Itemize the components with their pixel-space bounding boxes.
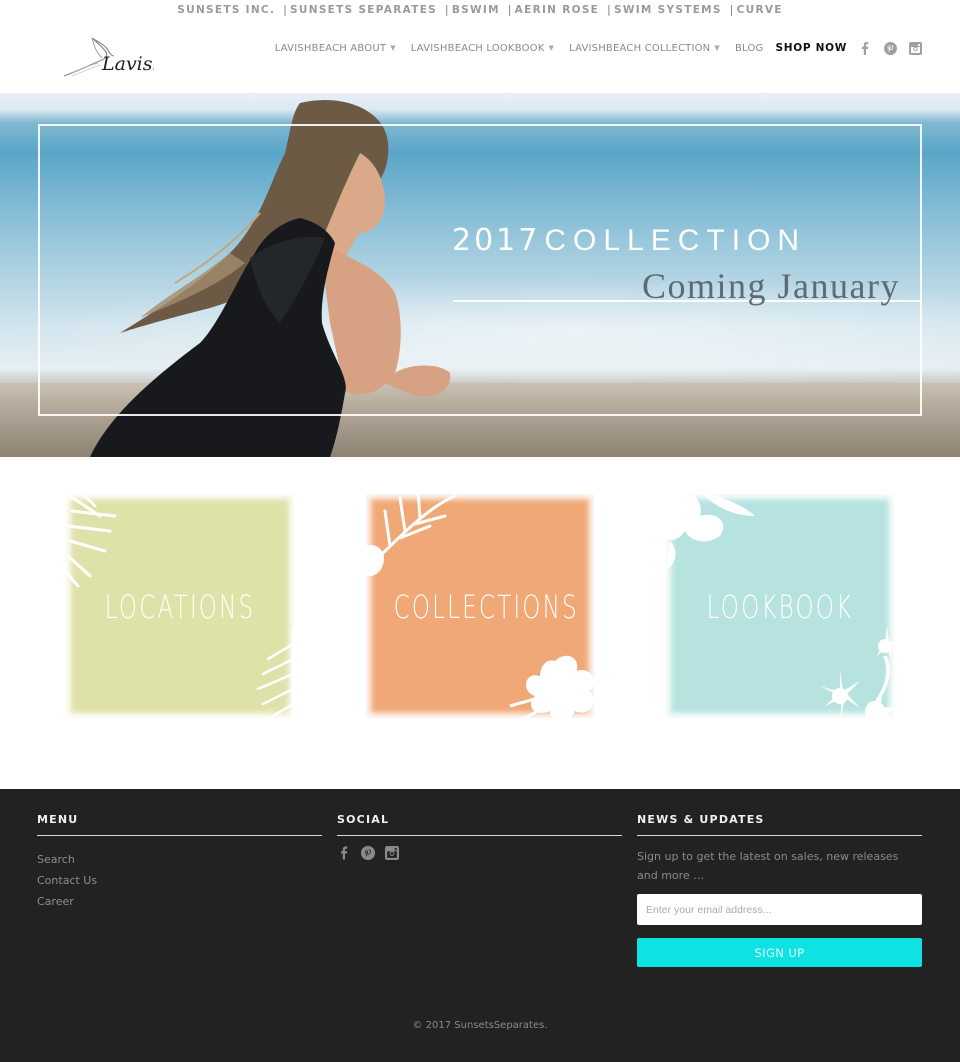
nav-lavishbeach-about[interactable]: LAVISHBEACH ABOUT ▼ xyxy=(275,43,396,54)
brand-link-curve[interactable]: CURVE xyxy=(737,4,783,16)
newsletter-email-input[interactable] xyxy=(637,894,922,925)
footer-link-contact-us[interactable]: Contact Us xyxy=(37,874,97,887)
brand-link-aerin-rose[interactable]: AERIN ROSE xyxy=(515,4,599,16)
nav-label: LAVISHBEACH LOOKBOOK xyxy=(410,42,545,54)
footer-social: SOCIAL xyxy=(337,813,622,861)
facebook-icon[interactable] xyxy=(337,845,351,861)
chevron-down-icon: ▼ xyxy=(548,43,555,52)
site-header: Lavish LAVISHBEACH ABOUT▼ LAVISHBEACH LO… xyxy=(0,24,960,92)
tile-lookbook[interactable]: LOOKBOOK xyxy=(660,486,900,726)
sign-up-button[interactable]: SIGN UP xyxy=(637,938,922,967)
brand-separator: | xyxy=(607,4,612,16)
footer-link-search[interactable]: Search xyxy=(37,853,75,866)
footer-menu-item: Search xyxy=(37,849,322,870)
footer-link-career[interactable]: Career xyxy=(37,895,74,908)
hibiscus-flower-icon xyxy=(509,655,595,723)
hummingbird-logo-icon: Lavish xyxy=(63,37,165,77)
footer-news-heading: NEWS & UPDATES xyxy=(637,813,922,836)
brand-separator: | xyxy=(283,4,289,16)
instagram-icon[interactable] xyxy=(908,41,922,55)
copyright: © 2017 SunsetsSeparates. xyxy=(412,1020,548,1031)
tropical-leaves-icon xyxy=(664,490,755,571)
hero-collection-label: COLLECTION xyxy=(544,224,807,257)
footer-menu: MENU Search Contact Us Career xyxy=(37,813,322,912)
palm-frond-icon xyxy=(363,489,457,577)
main-nav: LAVISHBEACH ABOUT ▼ LAVISHBEACH LOOKBOOK ▼… xyxy=(260,41,922,55)
chevron-down-icon: ▼ xyxy=(390,43,396,52)
nav-blog[interactable]: BLOG xyxy=(735,43,764,54)
daisy-flowers-icon xyxy=(820,626,900,726)
footer-social-icons xyxy=(337,845,622,861)
brand-link-bswim[interactable]: BSWIM xyxy=(452,4,500,16)
hero-year: 2017 xyxy=(452,223,541,258)
tile-label: LOCATIONS xyxy=(104,588,256,626)
tile-label: LOOKBOOK xyxy=(706,588,854,626)
pinterest-icon[interactable] xyxy=(883,41,897,55)
hero-title: 2017 COLLECTION xyxy=(452,223,806,258)
svg-text:Lavish: Lavish xyxy=(101,53,154,75)
nav-lavishbeach-collection[interactable]: LAVISHBEACH COLLECTION ▼ xyxy=(569,43,720,54)
nav-label: LAVISHBEACH COLLECTION xyxy=(569,42,711,54)
tile-collections[interactable]: COLLECTIONS xyxy=(360,486,600,726)
footer-social-heading: SOCIAL xyxy=(337,813,622,836)
footer-menu-item: Career xyxy=(37,891,322,912)
brand-link-sunsets-inc[interactable]: SUNSETS INC. xyxy=(177,4,275,16)
fern-leaf-icon xyxy=(256,627,295,721)
facebook-icon[interactable] xyxy=(858,41,872,55)
brand-separator: | xyxy=(445,4,450,16)
instagram-icon[interactable] xyxy=(385,845,399,861)
tile-label: COLLECTIONS xyxy=(393,588,579,626)
footer-menu-item: Contact Us xyxy=(37,870,322,891)
brand-bar: SUNSETS INC. | SUNSETS SEPARATES | BSWIM |… xyxy=(0,4,960,16)
chevron-down-icon: ▼ xyxy=(714,43,720,52)
brand-separator: | xyxy=(507,4,513,16)
pinterest-icon[interactable] xyxy=(361,845,375,861)
hero-subtitle: Coming January xyxy=(642,266,900,306)
site-footer: MENU Search Contact Us Career SOCIAL NEW… xyxy=(0,789,960,1062)
hero-banner[interactable]: 2017 COLLECTION Coming January xyxy=(0,93,960,457)
site-logo[interactable]: Lavish xyxy=(62,30,165,84)
brand-link-sunsets-separates[interactable]: SUNSETS SEPARATES xyxy=(290,4,437,16)
nav-label: LAVISHBEACH ABOUT xyxy=(274,42,387,54)
footer-menu-heading: MENU xyxy=(37,813,322,836)
brand-separator: | xyxy=(729,4,735,16)
nav-lavishbeach-lookbook[interactable]: LAVISHBEACH LOOKBOOK ▼ xyxy=(411,43,554,54)
brand-link-swim-systems[interactable]: SWIM SYSTEMS xyxy=(614,4,722,16)
category-tiles: LOCATIONS COLLECTIONS LOOKBOOK xyxy=(0,480,960,740)
tile-locations[interactable]: LOCATIONS xyxy=(60,486,300,726)
footer-newsletter: NEWS & UPDATES Sign up to get the latest… xyxy=(637,813,922,967)
nav-shop-now[interactable]: SHOP NOW xyxy=(775,42,847,54)
palm-leaf-icon xyxy=(63,489,117,588)
newsletter-description: Sign up to get the latest on sales, new … xyxy=(637,850,899,882)
footer-menu-list: Search Contact Us Career xyxy=(37,849,322,912)
